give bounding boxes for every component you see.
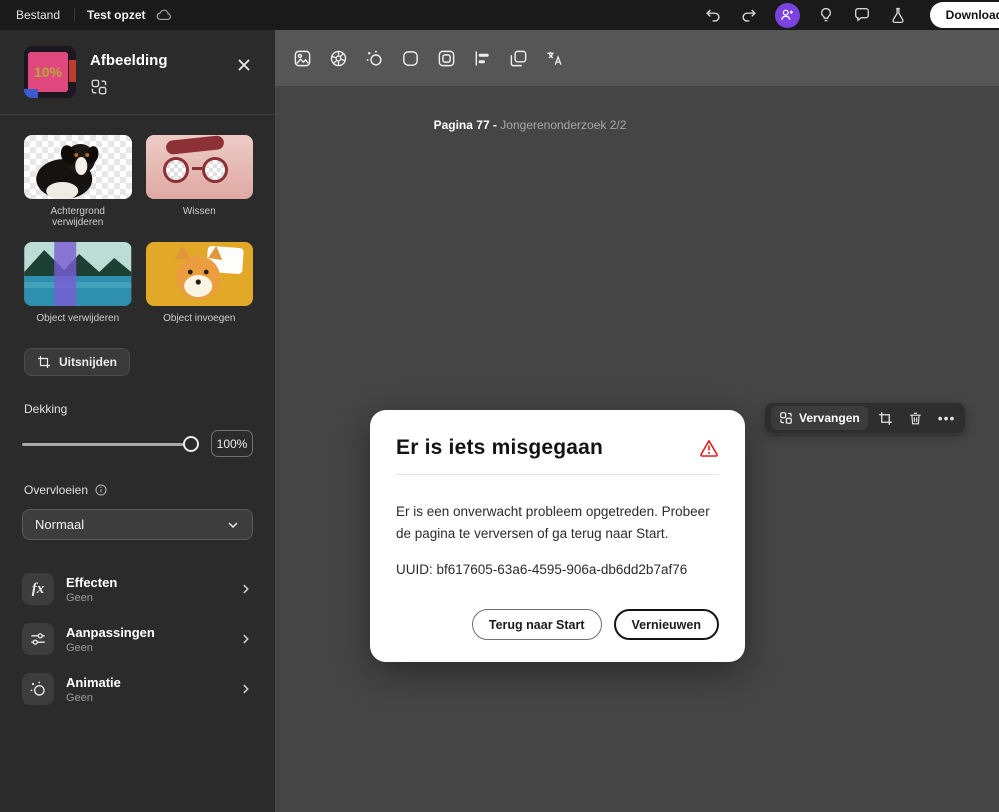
canvas-area: Pagina 77 - Jongerenonderzoek 2/2 Vervan…: [275, 30, 999, 812]
error-uuid: UUID: bf617605-63a6-4595-906a-db6dd2b7af…: [396, 562, 688, 578]
adjustments-sliders-icon: [22, 623, 54, 655]
row-subtitle: Geen: [66, 691, 93, 704]
card-label: Object invoegen: [163, 313, 236, 324]
selected-image-thumbnail: 10%: [24, 46, 76, 98]
remove-object-card[interactable]: Object verwijderen: [24, 242, 132, 324]
panel-title: Afbeelding: [90, 52, 168, 69]
effects-row[interactable]: fx Effecten Geen: [0, 564, 275, 614]
opacity-slider[interactable]: [22, 435, 199, 452]
app-window: Bestand Test opzet Download 10% Afbeeldi…: [0, 0, 999, 812]
replace-icon: [780, 412, 792, 424]
chevron-right-icon: [239, 682, 253, 696]
card-label: Object verwijderen: [36, 313, 120, 324]
crop-icon[interactable]: [874, 406, 898, 430]
close-panel-icon[interactable]: [235, 56, 253, 74]
corner-radius-icon[interactable]: [399, 47, 422, 70]
page-indicator: Pagina 77 - Jongerenonderzoek 2/2: [415, 118, 645, 132]
redo-icon[interactable]: [739, 5, 759, 25]
crop-button-label: Uitsnijden: [59, 355, 118, 369]
card-label: Wissen: [182, 206, 216, 217]
translate-icon[interactable]: [543, 47, 566, 70]
invite-collaborators-button[interactable]: [774, 2, 800, 28]
download-button[interactable]: Download: [929, 2, 999, 28]
image-properties-panel: 10% Afbeelding Achtergrond verwijderen W…: [0, 30, 275, 812]
replace-button[interactable]: Vervangen: [771, 406, 868, 430]
error-message: Er is een onverwacht probleem opgetreden…: [396, 504, 710, 541]
more-options-icon[interactable]: •••: [934, 410, 960, 426]
chevron-right-icon: [239, 632, 253, 646]
alert-warning-icon: [699, 438, 719, 458]
row-title: Aanpassingen: [66, 624, 155, 640]
remove-background-preview: [24, 135, 132, 199]
panel-header: 10% Afbeelding: [0, 30, 275, 110]
opacity-slider-knob[interactable]: [183, 435, 199, 452]
frame-mask-icon[interactable]: [435, 47, 458, 70]
page-name: Jongerenonderzoek 2/2: [500, 118, 627, 132]
row-title: Animatie: [66, 674, 121, 690]
align-icon[interactable]: [471, 47, 494, 70]
replace-button-label: Vervangen: [799, 411, 860, 425]
delete-trash-icon[interactable]: [904, 406, 928, 430]
dialog-divider: [396, 474, 719, 475]
info-icon[interactable]: [94, 483, 108, 497]
erase-preview: [145, 135, 253, 199]
thumbnail-text: 10%: [33, 64, 63, 80]
opacity-value-field[interactable]: 100%: [211, 430, 253, 457]
refresh-button[interactable]: Vernieuwen: [613, 609, 719, 641]
remove-background-card[interactable]: Achtergrond verwijderen: [24, 135, 132, 228]
comments-icon[interactable]: [852, 5, 872, 25]
color-wheel-icon[interactable]: [327, 47, 350, 70]
chevron-down-icon: [226, 518, 240, 532]
adjustments-row[interactable]: Aanpassingen Geen: [0, 614, 275, 664]
animation-row[interactable]: Animatie Geen: [0, 664, 275, 714]
blend-label: Overvloeien: [24, 483, 89, 497]
replace-image-icon[interactable]: [90, 78, 108, 96]
back-to-start-button[interactable]: Terug naar Start: [471, 609, 602, 641]
replace-media-icon[interactable]: [291, 47, 314, 70]
cloud-sync-icon: [156, 9, 172, 21]
canvas-toolbar: [275, 30, 999, 86]
row-subtitle: Geen: [66, 591, 93, 604]
chevron-right-icon: [239, 582, 253, 596]
row-title: Effecten: [66, 574, 118, 590]
duplicate-layers-icon[interactable]: [507, 47, 530, 70]
animation-icon: [22, 673, 54, 705]
blend-mode-value: Normaal: [35, 517, 85, 532]
selection-context-toolbar: Vervangen •••: [765, 403, 966, 433]
error-dialog-title: Er is iets misgegaan: [396, 436, 604, 459]
ideas-lightbulb-icon[interactable]: [816, 5, 836, 25]
blend-mode-select[interactable]: Normaal: [22, 509, 253, 540]
menu-bestand[interactable]: Bestand: [10, 8, 66, 22]
topbar: Bestand Test opzet Download: [0, 0, 999, 30]
insert-object-card[interactable]: Object invoegen: [145, 242, 253, 324]
topbar-divider: [74, 8, 76, 22]
opacity-label: Dekking: [24, 402, 68, 416]
quick-actions-grid: Achtergrond verwijderen Wissen Object ve…: [0, 115, 275, 324]
insert-object-preview: [145, 242, 253, 306]
erase-card[interactable]: Wissen: [145, 135, 253, 228]
page-number: Pagina 77 -: [433, 118, 497, 132]
crop-icon: [38, 356, 50, 368]
effects-fx-icon: fx: [22, 573, 54, 605]
document-title[interactable]: Test opzet: [83, 8, 149, 22]
card-label: Achtergrond verwijderen: [50, 206, 105, 228]
undo-icon[interactable]: [703, 5, 723, 25]
animate-icon[interactable]: [363, 47, 386, 70]
crop-button[interactable]: Uitsnijden: [24, 348, 131, 376]
error-dialog: Er is iets misgegaan Er is een onverwach…: [370, 410, 745, 663]
remove-object-preview: [24, 242, 132, 306]
row-subtitle: Geen: [66, 641, 93, 654]
beta-flask-icon[interactable]: [888, 5, 908, 25]
